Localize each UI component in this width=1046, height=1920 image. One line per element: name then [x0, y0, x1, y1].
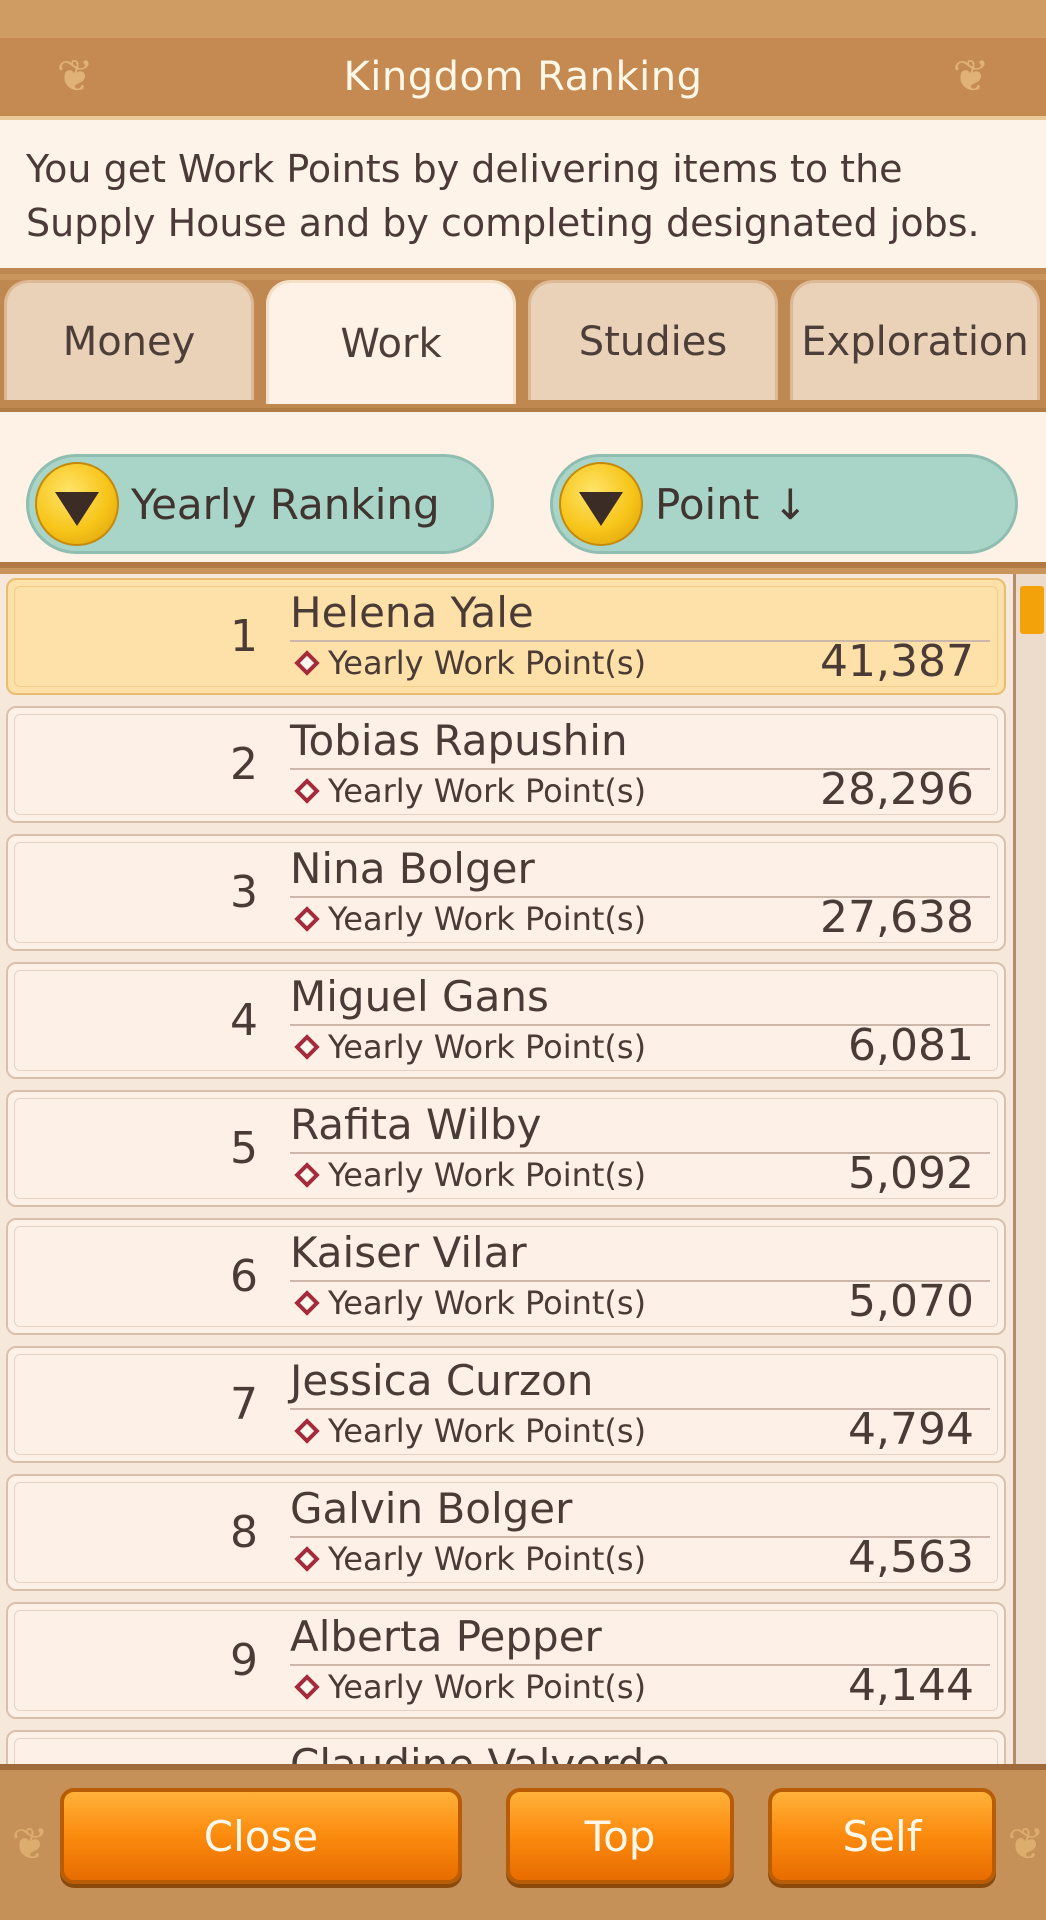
self-button[interactable]: Self — [768, 1788, 996, 1884]
rank-number: 6 — [230, 1251, 258, 1302]
diamond-icon — [294, 650, 320, 676]
diamond-icon — [294, 906, 320, 932]
tab-studies[interactable]: Studies — [528, 280, 778, 400]
player-name: Galvin Bolger — [290, 1484, 573, 1533]
points-label-text: Yearly Work Point(s) — [328, 1412, 647, 1450]
page-title: Kingdom Ranking — [343, 54, 703, 100]
rank-number: 8 — [230, 1507, 258, 1558]
points-label-text: Yearly Work Point(s) — [328, 1540, 647, 1578]
diamond-icon — [294, 1034, 320, 1060]
tab-money[interactable]: Money — [4, 280, 254, 400]
description-panel: You get Work Points by delivering items … — [0, 120, 1046, 274]
ranking-row[interactable]: 4 Miguel Gans Yearly Work Point(s) 6,081 — [6, 962, 1006, 1079]
rank-number: 5 — [230, 1123, 258, 1174]
ornament-icon: ❦ — [56, 51, 94, 102]
ornament-icon: ❦ — [952, 51, 990, 102]
ranking-row[interactable]: 3 Nina Bolger Yearly Work Point(s) 27,63… — [6, 834, 1006, 951]
ranking-row-partial[interactable]: Claudine Valverde — [6, 1730, 1006, 1764]
ranking-row[interactable]: 9 Alberta Pepper Yearly Work Point(s) 4,… — [6, 1602, 1006, 1719]
points-label: Yearly Work Point(s) — [294, 1156, 647, 1194]
period-dropdown[interactable]: Yearly Ranking — [26, 454, 494, 554]
top-button[interactable]: Top — [506, 1788, 734, 1884]
category-tabs: Money Work Studies Exploration — [0, 280, 1046, 408]
points-label: Yearly Work Point(s) — [294, 1668, 647, 1706]
ranking-row[interactable]: 8 Galvin Bolger Yearly Work Point(s) 4,5… — [6, 1474, 1006, 1591]
points-label-text: Yearly Work Point(s) — [328, 644, 647, 682]
player-name: Claudine Valverde — [290, 1740, 670, 1764]
rank-number: 2 — [230, 739, 258, 790]
diamond-icon — [294, 1674, 320, 1700]
ornament-icon: ❦ — [11, 1819, 49, 1870]
rank-number: 9 — [230, 1635, 258, 1686]
points-label-text: Yearly Work Point(s) — [328, 1028, 647, 1066]
rank-number: 7 — [230, 1379, 258, 1430]
ornament-icon: ❦ — [1007, 1819, 1045, 1870]
points-label-text: Yearly Work Point(s) — [328, 1284, 647, 1322]
points-label: Yearly Work Point(s) — [294, 772, 647, 810]
ranking-row[interactable]: 7 Jessica Curzon Yearly Work Point(s) 4,… — [6, 1346, 1006, 1463]
period-dropdown-label: Yearly Ranking — [131, 479, 440, 529]
scrollbar[interactable] — [1013, 574, 1046, 1764]
tab-exploration[interactable]: Exploration — [790, 280, 1040, 400]
points-label: Yearly Work Point(s) — [294, 1028, 647, 1066]
points-value: 6,081 — [848, 1020, 974, 1071]
rank-number: 1 — [230, 611, 258, 662]
points-value: 4,794 — [848, 1404, 974, 1455]
ranking-row[interactable]: 6 Kaiser Vilar Yearly Work Point(s) 5,07… — [6, 1218, 1006, 1335]
scrollbar-thumb[interactable] — [1020, 586, 1044, 634]
header-bar: ❦ Kingdom Ranking ❦ — [0, 38, 1046, 120]
points-value: 4,144 — [848, 1660, 974, 1711]
points-value: 41,387 — [820, 636, 974, 687]
close-button[interactable]: Close — [60, 1788, 462, 1884]
diamond-icon — [294, 1546, 320, 1572]
points-value: 5,092 — [848, 1148, 974, 1199]
points-label-text: Yearly Work Point(s) — [328, 1156, 647, 1194]
chevron-down-icon — [559, 462, 643, 546]
points-label-text: Yearly Work Point(s) — [328, 900, 647, 938]
player-name: Helena Yale — [290, 588, 534, 637]
points-value: 4,563 — [848, 1532, 974, 1583]
points-label: Yearly Work Point(s) — [294, 1540, 647, 1578]
description-line: Supply House and by completing designate… — [26, 201, 980, 245]
points-label: Yearly Work Point(s) — [294, 900, 647, 938]
diamond-icon — [294, 1290, 320, 1316]
player-name: Jessica Curzon — [290, 1356, 594, 1405]
sort-dropdown-label: Point ↓ — [655, 479, 808, 529]
points-label: Yearly Work Point(s) — [294, 1412, 647, 1450]
rank-number: 3 — [230, 867, 258, 918]
player-name: Rafita Wilby — [290, 1100, 542, 1149]
rank-number: 4 — [230, 995, 258, 1046]
points-label: Yearly Work Point(s) — [294, 1284, 647, 1322]
tab-work[interactable]: Work — [266, 280, 516, 404]
points-value: 27,638 — [820, 892, 974, 943]
ranking-list[interactable]: 1 Helena Yale Yearly Work Point(s) 41,38… — [0, 574, 1046, 1764]
points-label: Yearly Work Point(s) — [294, 644, 647, 682]
diamond-icon — [294, 778, 320, 804]
points-value: 28,296 — [820, 764, 974, 815]
player-name: Alberta Pepper — [290, 1612, 602, 1661]
ranking-row[interactable]: 2 Tobias Rapushin Yearly Work Point(s) 2… — [6, 706, 1006, 823]
player-name: Miguel Gans — [290, 972, 549, 1021]
filter-bar: Yearly Ranking Point ↓ — [0, 408, 1046, 568]
ranking-row[interactable]: 5 Rafita Wilby Yearly Work Point(s) 5,09… — [6, 1090, 1006, 1207]
points-label-text: Yearly Work Point(s) — [328, 772, 647, 810]
chevron-down-icon — [35, 462, 119, 546]
sort-dropdown[interactable]: Point ↓ — [550, 454, 1018, 554]
top-frame — [0, 0, 1046, 41]
points-label-text: Yearly Work Point(s) — [328, 1668, 647, 1706]
player-name: Nina Bolger — [290, 844, 535, 893]
diamond-icon — [294, 1418, 320, 1444]
player-name: Kaiser Vilar — [290, 1228, 527, 1277]
points-value: 5,070 — [848, 1276, 974, 1327]
footer-bar: ❦ ❦ Close Top Self — [0, 1764, 1046, 1920]
diamond-icon — [294, 1162, 320, 1188]
description-line: You get Work Points by delivering items … — [26, 147, 903, 191]
player-name: Tobias Rapushin — [290, 716, 628, 765]
ranking-row[interactable]: 1 Helena Yale Yearly Work Point(s) 41,38… — [6, 578, 1006, 695]
